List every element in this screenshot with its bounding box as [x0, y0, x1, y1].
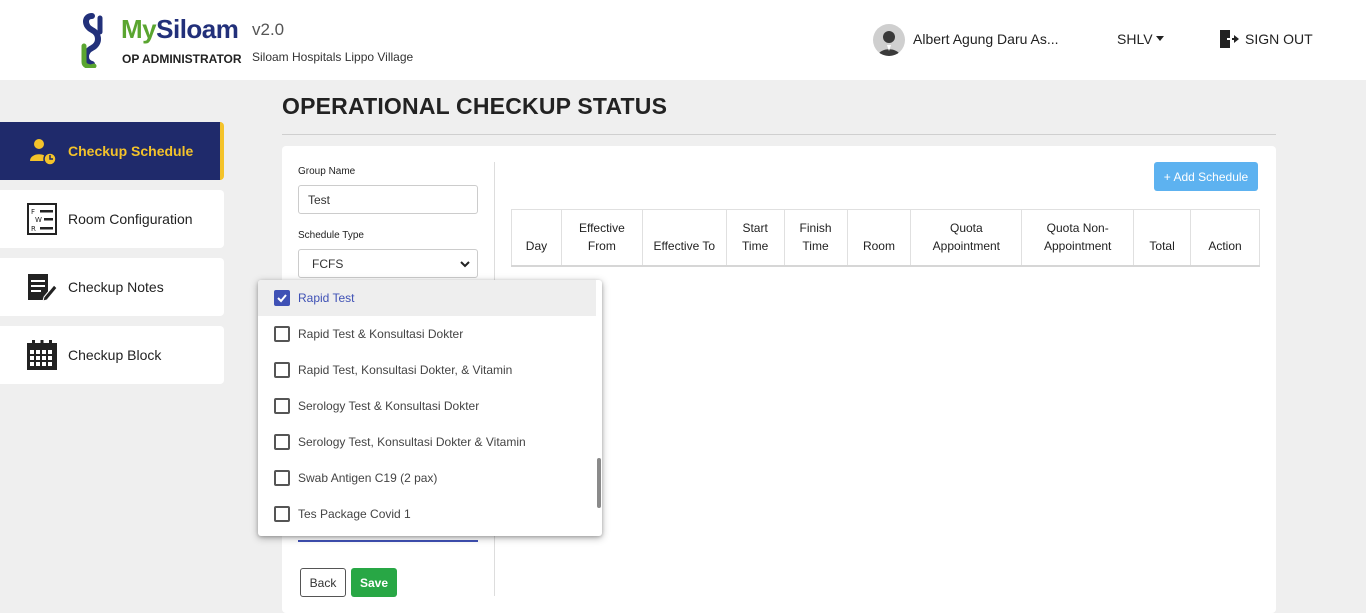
site-code: SHLV [1117, 31, 1153, 47]
sign-out-icon [1220, 30, 1239, 48]
checkbox-icon[interactable] [274, 470, 290, 486]
sidebar-item-label: Checkup Block [68, 347, 162, 363]
checkbox-icon[interactable] [274, 326, 290, 342]
package-option-label: Serology Test & Konsultasi Dokter [298, 399, 480, 413]
sidebar-item-checkup-block[interactable]: Checkup Block [0, 326, 224, 384]
sign-out-button[interactable]: SIGN OUT [1218, 28, 1313, 50]
package-option[interactable]: Swab Antigen C19 (2 pax) [258, 460, 596, 496]
package-option-label: Rapid Test, Konsultasi Dokter, & Vitamin [298, 363, 513, 377]
schedule-type-value: FCFS [312, 257, 344, 271]
brand-name: MySiloam [121, 14, 239, 45]
brand-my-text: My [121, 14, 157, 44]
checkbox-icon[interactable] [274, 398, 290, 414]
package-option[interactable]: Serology Test, Konsultasi Dokter & Vitam… [258, 424, 596, 460]
caret-down-icon [1155, 36, 1164, 42]
column-header: Quota Appointment [910, 209, 1023, 267]
package-dropdown-list: Rapid Test Rapid Test & Konsultasi Dokte… [258, 280, 602, 536]
column-header: Action [1190, 209, 1260, 267]
package-option-label: Tes Package Covid 1 [298, 507, 411, 521]
top-header: MySiloam v2.0 OP ADMINISTRATOR Siloam Ho… [0, 0, 1366, 80]
sign-out-label: SIGN OUT [1245, 31, 1313, 47]
notes-pencil-icon [26, 271, 58, 303]
package-option[interactable]: Serology Test & Konsultasi Dokter [258, 388, 596, 424]
column-header: Start Time [725, 209, 785, 267]
package-select-underline [298, 540, 478, 542]
dropdown-scrollbar[interactable] [597, 458, 601, 508]
package-option[interactable]: Rapid Test, Konsultasi Dokter, & Vitamin [258, 352, 596, 388]
column-header: Finish Time [783, 209, 848, 267]
sidebar-item-label: Checkup Notes [68, 279, 164, 295]
checkbox-checked-icon[interactable] [274, 290, 290, 306]
package-option-label: Rapid Test [298, 291, 355, 305]
title-divider [282, 134, 1276, 135]
column-header: Quota Non-Appointment [1021, 209, 1135, 267]
save-button[interactable]: Save [351, 568, 397, 597]
group-name-input[interactable] [298, 185, 478, 214]
svg-text:W: W [35, 216, 42, 224]
add-schedule-button[interactable]: + Add Schedule [1154, 162, 1258, 191]
sidebar-item-checkup-schedule[interactable]: Checkup Schedule [0, 122, 224, 180]
package-option-label: Rapid Test & Konsultasi Dokter [298, 327, 464, 341]
schedule-type-label: Schedule Type [298, 230, 364, 241]
svg-text:R: R [31, 225, 36, 233]
sidebar-item-checkup-notes[interactable]: Checkup Notes [0, 258, 224, 316]
calendar-icon [26, 339, 58, 371]
package-option[interactable]: Tes Package Covid 1 [258, 496, 596, 532]
chevron-down-icon [460, 261, 470, 268]
doctor-clock-icon [26, 135, 58, 167]
checkbox-icon[interactable] [274, 434, 290, 450]
user-name[interactable]: Albert Agung Daru As... [913, 31, 1059, 47]
package-option-label: Serology Test, Konsultasi Dokter & Vitam… [298, 435, 526, 449]
schedule-table: Day Effective From Effective To Start Ti… [511, 209, 1260, 267]
fwr-list-icon: F W R [26, 203, 58, 235]
siloam-logo-icon [81, 13, 103, 68]
checkbox-icon[interactable] [274, 362, 290, 378]
user-avatar-icon[interactable] [873, 24, 905, 56]
hospital-name: Siloam Hospitals Lippo Village [252, 50, 414, 64]
brand-siloam-text: Siloam [156, 14, 239, 44]
column-header: Total [1133, 209, 1192, 267]
sidebar-item-label: Checkup Schedule [68, 143, 194, 159]
sidebar-item-room-configuration[interactable]: F W R Room Configuration [0, 190, 224, 248]
checkbox-icon[interactable] [274, 506, 290, 522]
column-header: Effective To [641, 209, 727, 267]
user-role: OP ADMINISTRATOR [122, 52, 242, 66]
group-name-label: Group Name [298, 166, 356, 177]
sidebar-item-label: Room Configuration [68, 211, 193, 227]
page-title: OPERATIONAL CHECKUP STATUS [282, 93, 668, 119]
package-option[interactable]: Rapid Test & Konsultasi Dokter [258, 316, 596, 352]
app-version: v2.0 [252, 20, 285, 39]
schedule-type-select[interactable]: FCFS [298, 249, 478, 278]
package-option-label: Swab Antigen C19 (2 pax) [298, 471, 438, 485]
column-header: Effective From [560, 209, 643, 267]
svg-text:F: F [31, 208, 35, 216]
column-header: Day [511, 209, 562, 267]
package-option[interactable]: Rapid Test [258, 280, 596, 316]
site-selector[interactable]: SHLV [1117, 31, 1164, 47]
back-button[interactable]: Back [300, 568, 346, 597]
table-header-row: Day Effective From Effective To Start Ti… [511, 209, 1260, 267]
column-header: Room [846, 209, 912, 267]
